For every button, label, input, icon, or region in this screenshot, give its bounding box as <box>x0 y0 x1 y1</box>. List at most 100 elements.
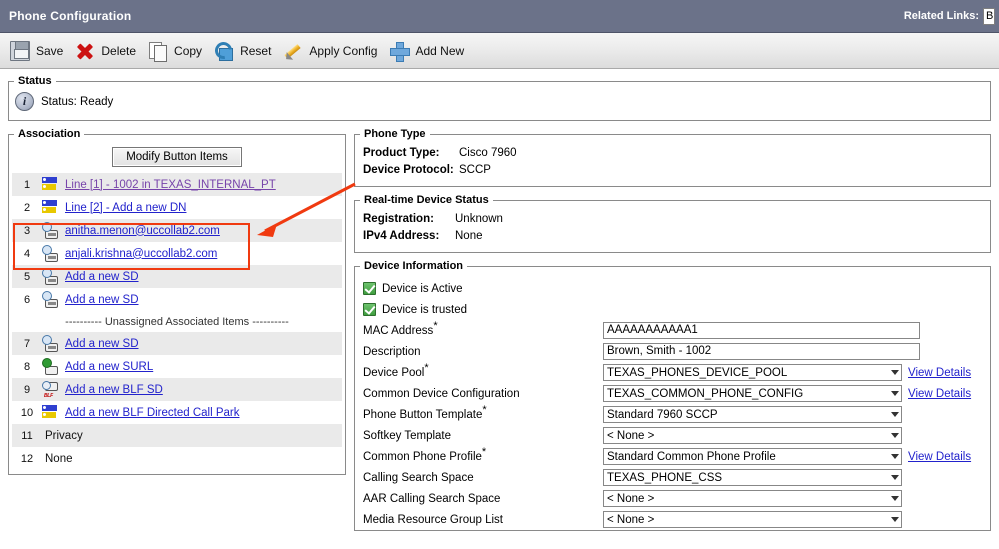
mac-address-row: MAC Address* AAAAAAAAAAA1 <box>363 320 982 341</box>
media-resource-group-list-select[interactable]: < None > <box>603 511 902 528</box>
association-link[interactable]: Line [2] - Add a new DN <box>65 202 186 214</box>
table-row[interactable]: 1 Line [1] - 1002 in TEXAS_INTERNAL_PT <box>12 173 342 196</box>
common-device-configuration-view-details-link[interactable]: View Details <box>908 388 971 400</box>
chevron-down-icon <box>891 370 899 375</box>
association-link[interactable]: Add a new SURL <box>65 361 153 373</box>
description-field[interactable]: Brown, Smith - 1002 <box>603 343 920 360</box>
media-resource-group-list-value: < None > <box>607 513 655 526</box>
modify-button-items-button[interactable]: Modify Button Items <box>112 147 242 167</box>
realtime-status-fieldset: Real-time Device Status Registration: Un… <box>354 194 991 253</box>
device-is-trusted-row[interactable]: Device is trusted <box>363 299 982 320</box>
common-device-configuration-select[interactable]: TEXAS_COMMON_PHONE_CONFIG <box>603 385 902 402</box>
speed-dial-icon <box>42 291 60 308</box>
copy-button[interactable]: Copy <box>146 39 212 63</box>
row-index: 4 <box>12 242 42 265</box>
table-row[interactable]: 8 Add a new SURL <box>12 355 342 378</box>
association-link[interactable]: anjali.krishna@uccollab2.com <box>65 248 217 260</box>
phone-button-template-select[interactable]: Standard 7960 SCCP <box>603 406 902 423</box>
aar-calling-search-space-label: AAR Calling Search Space <box>363 492 501 505</box>
delete-button-label: Delete <box>101 43 137 58</box>
table-row[interactable]: 6 Add a new SD <box>12 288 342 311</box>
table-row[interactable]: 4 anjali.krishna@uccollab2.com <box>12 242 342 265</box>
calling-search-space-value: TEXAS_PHONE_CSS <box>607 471 723 484</box>
calling-search-space-row: Calling Search Space TEXAS_PHONE_CSS <box>363 467 982 488</box>
table-row[interactable]: 7 Add a new SD <box>12 332 342 355</box>
row-index: 12 <box>12 447 42 470</box>
chevron-down-icon <box>891 391 899 396</box>
media-resource-group-list-row: Media Resource Group List < None > <box>363 509 982 530</box>
copy-button-label: Copy <box>174 43 203 58</box>
row-index: 8 <box>12 355 42 378</box>
reset-button-label: Reset <box>240 43 272 58</box>
chevron-down-icon <box>891 412 899 417</box>
save-button-label: Save <box>36 43 64 58</box>
association-link[interactable]: Add a new BLF Directed Call Park <box>65 407 240 419</box>
window-titlebar: Phone Configuration Related Links: B <box>0 0 999 33</box>
association-legend: Association <box>18 128 81 140</box>
softkey-template-select[interactable]: < None > <box>603 427 902 444</box>
registration-value: Unknown <box>455 213 503 225</box>
mac-address-field[interactable]: AAAAAAAAAAA1 <box>603 322 920 339</box>
apply-config-button[interactable]: Apply Config <box>281 39 387 63</box>
association-link[interactable]: Add a new SD <box>65 338 139 350</box>
calling-search-space-select[interactable]: TEXAS_PHONE_CSS <box>603 469 902 486</box>
related-links-select[interactable]: B <box>983 7 995 25</box>
association-link[interactable]: Add a new SD <box>65 271 139 283</box>
table-row[interactable]: 2 Line [2] - Add a new DN <box>12 196 342 219</box>
toolbar: Save Delete Copy Reset Apply Config Add … <box>0 33 999 69</box>
ipv4-address-label: IPv4 Address: <box>363 230 440 242</box>
device-information-legend: Device Information <box>364 260 464 272</box>
aar-calling-search-space-select[interactable]: < None > <box>603 490 902 507</box>
realtime-status-legend: Real-time Device Status <box>364 194 489 206</box>
table-row[interactable]: 10 Add a new BLF Directed Call Park <box>12 401 342 424</box>
phone-type-legend: Phone Type <box>364 128 426 140</box>
row-index: 1 <box>12 173 42 196</box>
row-index: 2 <box>12 196 42 219</box>
reset-button[interactable]: Reset <box>212 39 281 63</box>
info-icon: i <box>15 92 34 111</box>
device-pool-select[interactable]: TEXAS_PHONES_DEVICE_POOL <box>603 364 902 381</box>
surl-icon <box>42 358 60 375</box>
line-icon <box>42 199 60 216</box>
association-table-body: 1 Line [1] - 1002 in TEXAS_INTERNAL_PT 2 <box>12 173 342 470</box>
device-protocol-label: Device Protocol: <box>363 164 454 176</box>
association-fieldset: Association Modify Button Items 1 Line [… <box>8 128 346 475</box>
device-is-active-row[interactable]: Device is Active <box>363 278 982 299</box>
table-row[interactable]: 5 Add a new SD <box>12 265 342 288</box>
add-new-button[interactable]: Add New <box>387 39 474 63</box>
status-text: Status: Ready <box>41 95 114 108</box>
device-pool-label: Device Pool* <box>363 361 429 379</box>
related-links-label: Related Links: <box>903 10 979 22</box>
device-is-trusted-checkbox[interactable] <box>363 303 376 316</box>
save-button[interactable]: Save <box>8 39 73 63</box>
table-row[interactable]: 3 anitha.menon@uccollab2.com <box>12 219 342 242</box>
device-is-trusted-label: Device is trusted <box>382 303 468 316</box>
softkey-template-value: < None > <box>607 429 655 442</box>
device-information-fieldset: Device Information Device is Active Devi… <box>354 260 991 531</box>
association-link[interactable]: anitha.menon@uccollab2.com <box>65 225 220 237</box>
phone-button-template-row: Phone Button Template* Standard 7960 SCC… <box>363 404 982 425</box>
common-phone-profile-select[interactable]: Standard Common Phone Profile <box>603 448 902 465</box>
speed-dial-icon <box>42 245 60 262</box>
association-link[interactable]: Add a new BLF SD <box>65 384 163 396</box>
chevron-down-icon <box>891 517 899 522</box>
speed-dial-icon <box>42 335 60 352</box>
softkey-template-label: Softkey Template <box>363 429 452 442</box>
device-is-active-checkbox[interactable] <box>363 282 376 295</box>
aar-calling-search-space-row: AAR Calling Search Space < None > <box>363 488 982 509</box>
ipv4-address-row: IPv4 Address: None <box>363 228 982 245</box>
common-phone-profile-row: Common Phone Profile* Standard Common Ph… <box>363 446 982 467</box>
table-row[interactable]: 9 BLF Add a new BLF SD <box>12 378 342 401</box>
common-phone-profile-view-details-link[interactable]: View Details <box>908 451 971 463</box>
common-phone-profile-label: Common Phone Profile* <box>363 445 487 463</box>
row-index: 10 <box>12 401 42 424</box>
line-icon <box>42 404 60 421</box>
row-index: 9 <box>12 378 42 401</box>
device-pool-view-details-link[interactable]: View Details <box>908 367 971 379</box>
blue-plus-icon <box>389 41 411 62</box>
delete-button[interactable]: Delete <box>73 39 146 63</box>
association-link[interactable]: Line [1] - 1002 in TEXAS_INTERNAL_PT <box>65 179 276 191</box>
association-link[interactable]: Add a new SD <box>65 294 139 306</box>
chevron-down-icon <box>891 454 899 459</box>
common-device-configuration-row: Common Device Configuration TEXAS_COMMON… <box>363 383 982 404</box>
